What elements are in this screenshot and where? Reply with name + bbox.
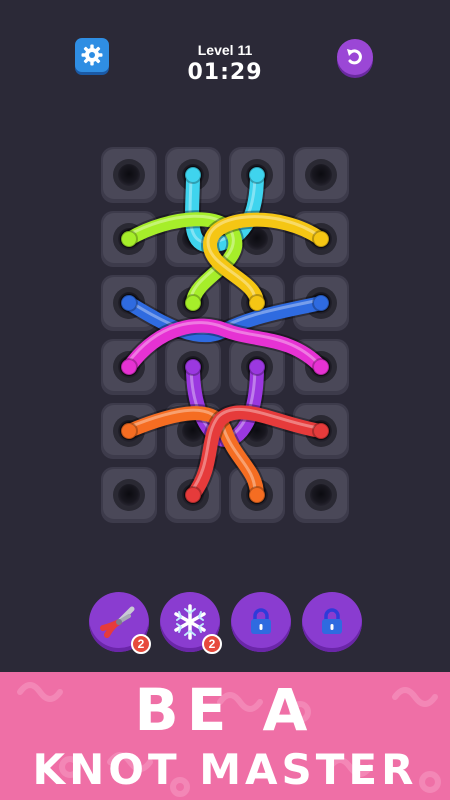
freeze-tool-button[interactable]: 2 [160, 592, 222, 654]
game-board [101, 147, 349, 523]
lock-icon [251, 608, 271, 634]
magenta-rope-end[interactable] [312, 358, 330, 376]
banner-subheadline: KNOT MASTER [32, 745, 418, 794]
locked-tool-button[interactable] [302, 592, 362, 652]
lime-rope-end[interactable] [184, 294, 202, 312]
locked-tool-button[interactable] [231, 592, 291, 652]
yellow-rope-end[interactable] [312, 230, 330, 248]
peg-slot[interactable] [293, 467, 349, 523]
peg-slot[interactable] [293, 147, 349, 203]
pliers-tool-button[interactable]: 2 [89, 592, 151, 654]
lime-rope-end[interactable] [120, 230, 138, 248]
purple-rope-end[interactable] [184, 358, 202, 376]
peg-slot[interactable] [101, 147, 157, 203]
freeze-count-badge: 2 [202, 634, 222, 654]
blue-rope-end[interactable] [120, 294, 138, 312]
red-rope-end[interactable] [312, 422, 330, 440]
magenta-rope-end[interactable] [120, 358, 138, 376]
peg-slot[interactable] [101, 467, 157, 523]
cyan-rope-end[interactable] [248, 166, 266, 184]
banner-headline: BE A [134, 676, 316, 744]
orange-rope-end[interactable] [248, 486, 266, 504]
yellow-rope-end[interactable] [248, 294, 266, 312]
lock-icon [322, 608, 342, 634]
red-rope-end[interactable] [184, 486, 202, 504]
purple-rope-end[interactable] [248, 358, 266, 376]
blue-rope-end[interactable] [312, 294, 330, 312]
orange-rope-end[interactable] [120, 422, 138, 440]
pliers-count-badge: 2 [131, 634, 151, 654]
tool-bar: 2 2 [0, 592, 450, 656]
cyan-rope-end[interactable] [184, 166, 202, 184]
